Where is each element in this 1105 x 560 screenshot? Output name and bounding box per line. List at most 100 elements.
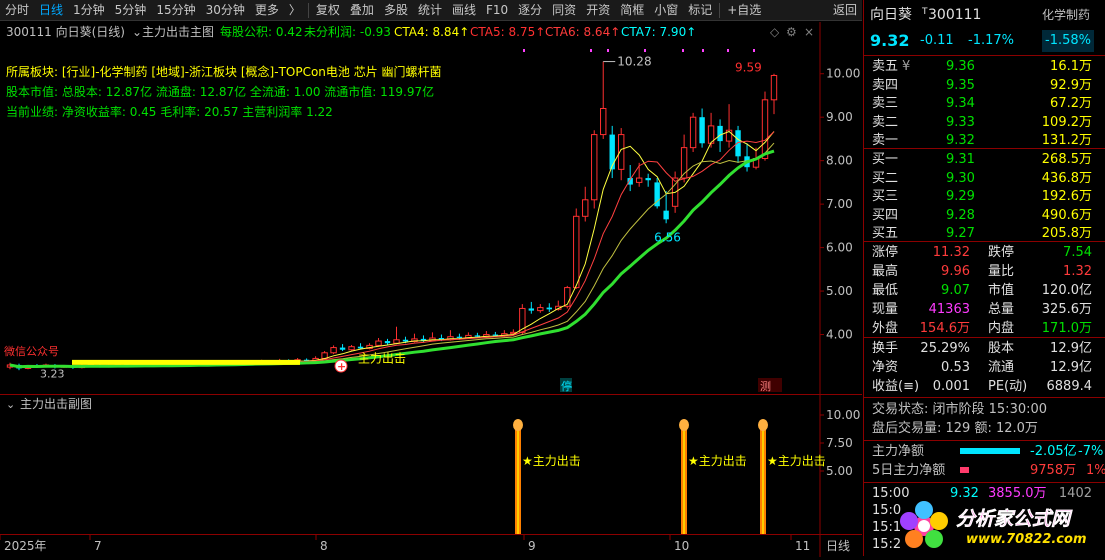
header-cta7: CTA7: 7.90↑: [621, 25, 696, 39]
bid-label: 买二: [872, 170, 899, 186]
stat-value: 9.96: [941, 264, 970, 279]
candle-body: [699, 117, 705, 144]
sub-signal-label-0: ★主力出击: [522, 454, 581, 468]
stat-value: 11.32: [932, 245, 970, 260]
signal-subchart[interactable]: 主力出击副图⌄10.007.505.00★主力出击 ★主力出击 ★主力出击: [0, 395, 862, 535]
bid-volume: 268.5万: [1041, 152, 1092, 167]
candle-85: [770, 73, 778, 115]
ask-label: 卖五: [872, 59, 899, 74]
toolbar-btn-10[interactable]: 统计: [413, 0, 447, 21]
toolbar-btn-6[interactable]: 更多: [250, 0, 284, 21]
stat-value: 325.6万: [1041, 302, 1092, 317]
stat2-label: 收益(≡): [872, 379, 920, 394]
stat-row: 外盘 154.6万 内盘 171.0万: [864, 319, 1105, 338]
candle-66: [600, 61, 607, 139]
toolbar-btn-8[interactable]: 叠加: [345, 0, 379, 21]
low-left-label: 3.23: [40, 367, 65, 380]
stat-value: 154.6万: [919, 321, 970, 336]
toolbar-btn-4[interactable]: 15分钟: [151, 0, 200, 21]
toolbar-btn-5[interactable]: 30分钟: [201, 0, 250, 21]
stat-label: 市值: [988, 283, 1015, 298]
tick-row: 15:2: [864, 535, 1105, 554]
toolbar-btn-12[interactable]: F10: [481, 0, 513, 21]
header-cta4: CTA4: 8.84↑: [394, 25, 469, 39]
top-mark-2: [607, 49, 609, 52]
quote-panel: 向日葵 300111 T 化学制药 9.32 -0.11 -1.17% -1.5…: [863, 0, 1105, 556]
candle-body: [600, 108, 607, 136]
bid-label: 买三: [872, 189, 899, 204]
stat-label: 量比: [988, 264, 1015, 279]
candle-body: [330, 347, 337, 354]
bid-label: 买四: [872, 207, 899, 223]
toolbar-btn-20[interactable]: 返回: [828, 0, 862, 21]
sub-signal-label-1: ★主力出击: [688, 454, 747, 468]
candle-37: [339, 344, 346, 352]
candle-body: [609, 134, 615, 170]
low-label: 6.56: [654, 230, 681, 244]
ma-olive-line: [9, 142, 775, 368]
candlestick-chart[interactable]: 10.00 9.00 8.00 7.00 6.00 5.00 4.00 300111 向日葵(…: [0, 22, 862, 394]
peak-label: 9.59: [735, 61, 762, 75]
toolbar-btn-15[interactable]: 开资: [581, 0, 615, 21]
main-chart-panel[interactable]: 10.00 9.00 8.00 7.00 6.00 5.00 4.00 300111 向日葵(…: [0, 22, 862, 394]
candle-43: [393, 326, 400, 345]
more-caret-icon[interactable]: 〉: [284, 0, 306, 21]
signal-cap-icon-0: [513, 419, 523, 431]
main-net-value: -2.05亿: [1030, 444, 1077, 459]
signal-cap-icon-1: [679, 419, 689, 431]
stat-label: 外盘: [872, 321, 899, 336]
candle-body: [384, 341, 391, 344]
candle-60: [546, 303, 552, 312]
main-net-pct: -7%: [1078, 444, 1104, 459]
info-line-2: 当前业绩: 净资收益率: 0.45 毛利率: 20.57 主营利润率 1.22: [6, 104, 333, 119]
toolbar-separator: [307, 2, 309, 18]
stat-value: 41363: [928, 302, 970, 317]
y-tick-label: 4.00: [826, 328, 853, 342]
x-tick-label: 7: [94, 539, 102, 553]
sector-change-pct: -1.58%: [1042, 30, 1094, 52]
ask-price: 9.34: [946, 96, 975, 111]
x-tick-label: 10: [674, 539, 689, 553]
sub-chart-panel[interactable]: 主力出击副图 ⌄ 10.00 7.50 5.00 ★主力出击 ★主力出击 ★主力出击: [0, 394, 862, 535]
main-net-label: 主力净额: [872, 444, 925, 459]
main-net5-value: 9758万: [1030, 463, 1077, 478]
candle-body: [573, 215, 580, 289]
toolbar-btn-1[interactable]: 日线: [34, 0, 68, 21]
x-tick-label: 2025年: [4, 539, 47, 553]
toolbar-btn-13[interactable]: 逐分: [513, 0, 547, 21]
stat2-row: 净资 0.53 流通 12.9亿: [864, 358, 1105, 377]
candle-38: [348, 344, 355, 351]
candle-body: [663, 210, 669, 220]
main-net-bar: [960, 448, 1020, 454]
toolbar-btn-3[interactable]: 5分钟: [110, 0, 152, 21]
toolbar-btn-0[interactable]: 分时: [0, 0, 34, 21]
ask-row: 卖二 9.33 109.2万: [864, 113, 1105, 132]
ask-price: 9.33: [946, 114, 975, 130]
toolbar-btn-18[interactable]: 标记: [683, 0, 717, 21]
info-line-1: 股本市值: 总股本: 12.87亿 流通盘: 12.87亿 全流通: 1.00 …: [6, 84, 434, 99]
sector-tag[interactable]: 化学制药: [1042, 6, 1090, 25]
bid-price: 9.28: [946, 207, 975, 223]
toolbar-btn-7[interactable]: 复权: [311, 0, 345, 21]
candle-63: [573, 208, 580, 289]
candle-79: [717, 119, 723, 152]
toolbar-btn-11[interactable]: 画线: [447, 0, 481, 21]
toolbar-btn-14[interactable]: 同资: [547, 0, 581, 21]
stat-value: 1.32: [1063, 264, 1092, 279]
toolbar-btn-17[interactable]: 小窗: [649, 0, 683, 21]
toolbar-btn-2[interactable]: 1分钟: [68, 0, 110, 21]
candle-body: [645, 178, 651, 181]
header-indicator: 主力出击主图: [142, 25, 214, 39]
signal-bar-core-2: [762, 425, 764, 535]
toolbar-btn-9[interactable]: 多股: [379, 0, 413, 21]
toolbar-btn-16[interactable]: 简框: [615, 0, 649, 21]
sub-y-tick-label: 5.00: [826, 464, 853, 478]
ask-row: 卖五 ¥9.36 16.1万: [864, 57, 1105, 76]
stat2-label: 流通: [988, 360, 1015, 375]
y-tick-label: 10.00: [826, 67, 860, 81]
x-tick-label: 9: [528, 539, 536, 553]
toolbar-btn-19[interactable]: +自选: [722, 0, 766, 21]
top-mark-1: [590, 49, 592, 52]
stat2-label: 换手: [872, 341, 899, 356]
signal-bar-core-0: [517, 425, 519, 535]
